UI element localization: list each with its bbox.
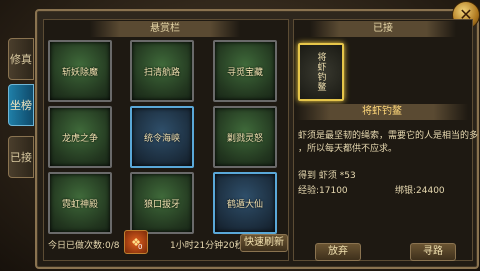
- quest-title: 将虾钓鳌: [296, 104, 468, 120]
- bounty-card[interactable]: 寻觅宝藏: [213, 40, 277, 102]
- gift-button[interactable]: ❖: [124, 230, 148, 254]
- card-label: 斩妖除魔: [61, 67, 98, 78]
- bounty-card[interactable]: 霓虹神殿: [48, 172, 112, 234]
- bounty-card[interactable]: 龙虎之争: [48, 106, 112, 168]
- tab-accepted[interactable]: 已接: [8, 136, 34, 178]
- bounty-card[interactable]: 鹤遁大仙: [213, 172, 277, 234]
- card-label: 狼口拔牙: [143, 199, 180, 210]
- quest-description-line2: ，所以每天都供不应求。: [298, 144, 398, 154]
- quest-description-line1: 虾须是最坚韧的绳索，需要它的人是相当的多: [298, 131, 479, 141]
- card-label: 寻觅宝藏: [226, 67, 263, 78]
- quest-reward: 得到 虾须 *53: [298, 171, 356, 181]
- tab-label: 已接: [10, 150, 32, 164]
- bounty-card[interactable]: 剿戮灵怒: [213, 106, 277, 168]
- card-label: 剿戮灵怒: [226, 133, 263, 144]
- tab-cultivation[interactable]: 修真: [8, 38, 34, 80]
- card-label: 霓虹神殿: [61, 199, 98, 210]
- daily-count: 今日已做次数:0/8: [48, 241, 120, 251]
- navigate-button[interactable]: 寻路: [410, 243, 456, 261]
- bounty-card[interactable]: 扫清航路: [130, 40, 194, 102]
- tab-label: 坐榜: [10, 98, 32, 112]
- card-label: 鹤遁大仙: [226, 199, 263, 210]
- quick-refresh-button[interactable]: 快速刷新: [240, 234, 288, 252]
- refresh-timer: 1小时21分钟20秒: [170, 241, 244, 251]
- slot-label: 将虾钓鳌: [315, 52, 326, 92]
- bounty-card[interactable]: 狼口拔牙: [130, 172, 194, 234]
- accepted-quest-slot[interactable]: 将虾钓鳌: [298, 43, 344, 101]
- bounty-panel-title: 悬赏栏: [90, 21, 240, 37]
- card-label: 统令海峡: [143, 133, 180, 144]
- silver-reward: 绑银:24400: [395, 186, 445, 196]
- accepted-panel-title: 已接: [310, 21, 456, 37]
- card-label: 扫清航路: [143, 67, 180, 78]
- card-label: 龙虎之争: [61, 133, 98, 144]
- abandon-button[interactable]: 放弃: [315, 243, 361, 261]
- tab-label: 修真: [10, 52, 32, 66]
- bounty-card[interactable]: 斩妖除魔: [48, 40, 112, 102]
- tab-ranking[interactable]: 坐榜: [8, 84, 34, 126]
- gift-count: 0: [138, 243, 143, 251]
- bounty-card[interactable]: 统令海峡: [130, 106, 194, 168]
- exp-reward: 经验:17100: [298, 186, 348, 196]
